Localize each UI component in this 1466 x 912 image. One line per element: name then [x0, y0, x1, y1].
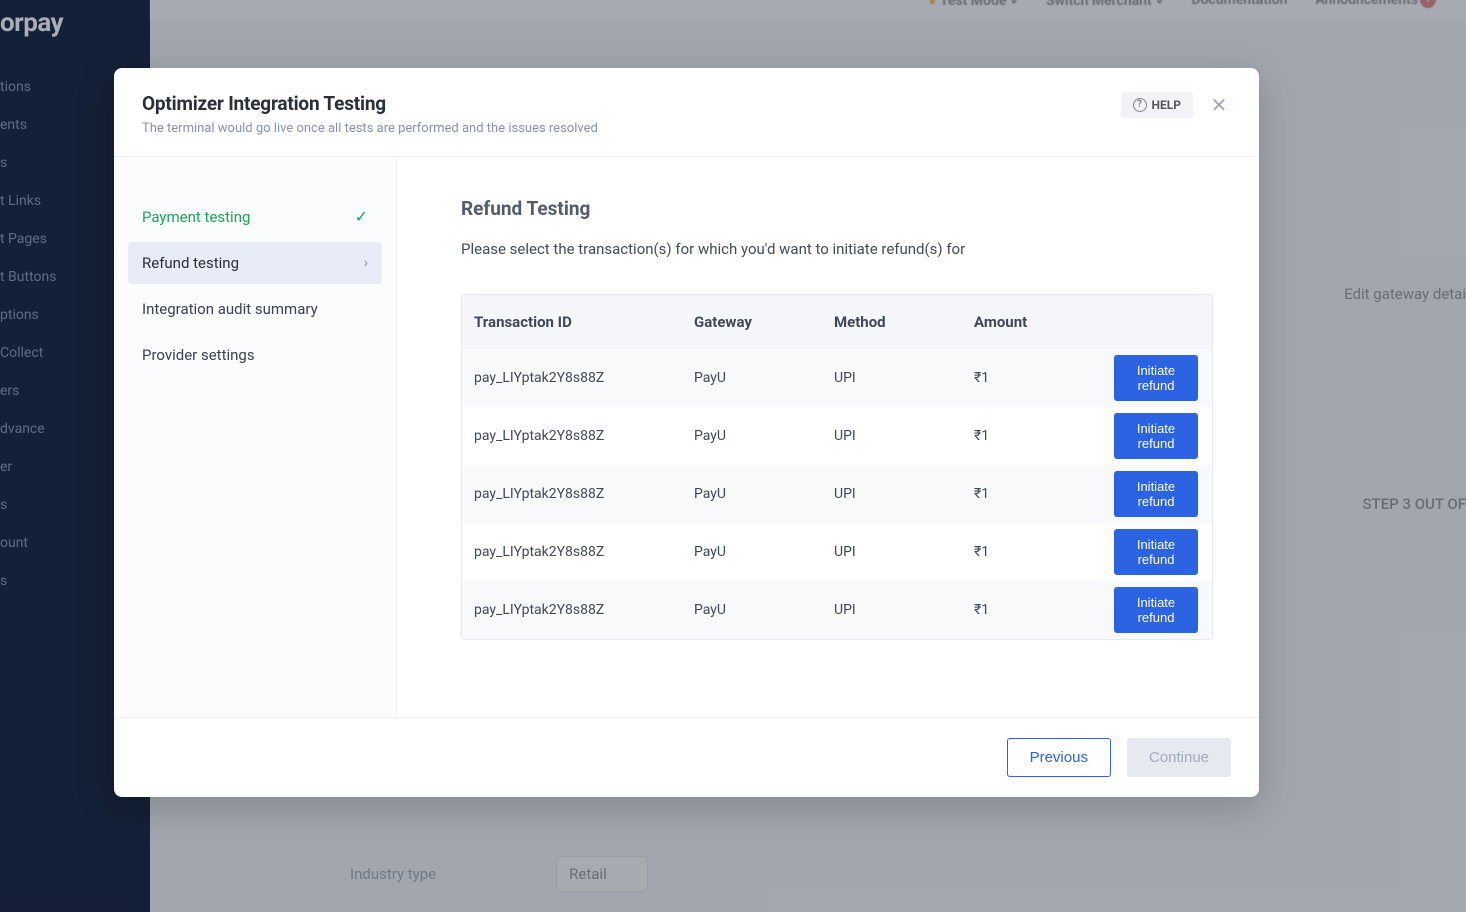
table-row: pay_LIYptak2Y8s88ZPayUUPI₹1Initiate refu… [462, 349, 1212, 407]
cell-amount: ₹1 [974, 544, 1114, 560]
modal-subtitle: The terminal would go live once all test… [142, 121, 598, 136]
cell-method: UPI [834, 370, 974, 386]
cell-gateway: PayU [694, 602, 834, 618]
initiate-refund-button[interactable]: Initiate refund [1114, 471, 1198, 517]
cell-transaction-id: pay_LIYptak2Y8s88Z [474, 544, 694, 560]
cell-amount: ₹1 [974, 428, 1114, 444]
table-row: pay_LIYptak2Y8s88ZPayUUPI₹1Initiate refu… [462, 581, 1212, 639]
nav-step-integration-audit-summary[interactable]: Integration audit summary [128, 288, 382, 330]
check-icon: ✓ [355, 207, 368, 226]
cell-method: UPI [834, 428, 974, 444]
table-row: pay_LIYptak2Y8s88ZPayUUPI₹1Initiate refu… [462, 523, 1212, 581]
col-amount: Amount [974, 313, 1114, 331]
col-method: Method [834, 313, 974, 331]
initiate-refund-button[interactable]: Initiate refund [1114, 587, 1198, 633]
modal-title: Optimizer Integration Testing [142, 92, 598, 115]
cell-method: UPI [834, 602, 974, 618]
cell-gateway: PayU [694, 370, 834, 386]
cell-gateway: PayU [694, 428, 834, 444]
nav-step-payment-testing[interactable]: Payment testing ✓ [128, 195, 382, 238]
cell-gateway: PayU [694, 486, 834, 502]
help-label: HELP [1152, 98, 1181, 112]
table-row: pay_LIYptak2Y8s88ZPayUUPI₹1Initiate refu… [462, 465, 1212, 523]
initiate-refund-button[interactable]: Initiate refund [1114, 529, 1198, 575]
cell-method: UPI [834, 544, 974, 560]
cell-amount: ₹1 [974, 370, 1114, 386]
modal-body: Payment testing ✓ Refund testing › Integrati… [114, 157, 1259, 717]
transactions-table: Transaction ID Gateway Method Amount pay… [461, 294, 1213, 640]
content-heading: Refund Testing [461, 197, 1213, 220]
nav-step-label: Refund testing [142, 254, 239, 272]
col-gateway: Gateway [694, 313, 834, 331]
nav-step-provider-settings[interactable]: Provider settings [128, 334, 382, 376]
nav-step-refund-testing[interactable]: Refund testing › [128, 242, 382, 284]
cell-transaction-id: pay_LIYptak2Y8s88Z [474, 370, 694, 386]
help-icon: ? [1133, 98, 1147, 112]
previous-button[interactable]: Previous [1007, 738, 1111, 777]
integration-testing-modal: Optimizer Integration Testing The termin… [114, 68, 1259, 797]
table-header: Transaction ID Gateway Method Amount [462, 295, 1212, 349]
continue-button[interactable]: Continue [1127, 738, 1231, 777]
cell-transaction-id: pay_LIYptak2Y8s88Z [474, 602, 694, 618]
modal-header: Optimizer Integration Testing The termin… [114, 68, 1259, 157]
initiate-refund-button[interactable]: Initiate refund [1114, 355, 1198, 401]
content-description: Please select the transaction(s) for whi… [461, 240, 1213, 258]
table-row: pay_LIYptak2Y8s88ZPayUUPI₹1Initiate refu… [462, 407, 1212, 465]
cell-transaction-id: pay_LIYptak2Y8s88Z [474, 486, 694, 502]
nav-step-label: Payment testing [142, 208, 250, 226]
cell-method: UPI [834, 486, 974, 502]
cell-transaction-id: pay_LIYptak2Y8s88Z [474, 428, 694, 444]
col-transaction-id: Transaction ID [474, 313, 694, 331]
content-pane: Refund Testing Please select the transac… [397, 157, 1259, 717]
cell-gateway: PayU [694, 544, 834, 560]
initiate-refund-button[interactable]: Initiate refund [1114, 413, 1198, 459]
cell-amount: ₹1 [974, 602, 1114, 618]
cell-amount: ₹1 [974, 486, 1114, 502]
chevron-right-icon: › [364, 255, 368, 271]
help-button[interactable]: ? HELP [1121, 92, 1193, 118]
modal-footer: Previous Continue [114, 717, 1259, 797]
step-nav: Payment testing ✓ Refund testing › Integrati… [114, 157, 397, 717]
nav-step-label: Provider settings [142, 346, 255, 364]
close-icon[interactable]: ✕ [1207, 93, 1231, 117]
nav-step-label: Integration audit summary [142, 300, 318, 318]
